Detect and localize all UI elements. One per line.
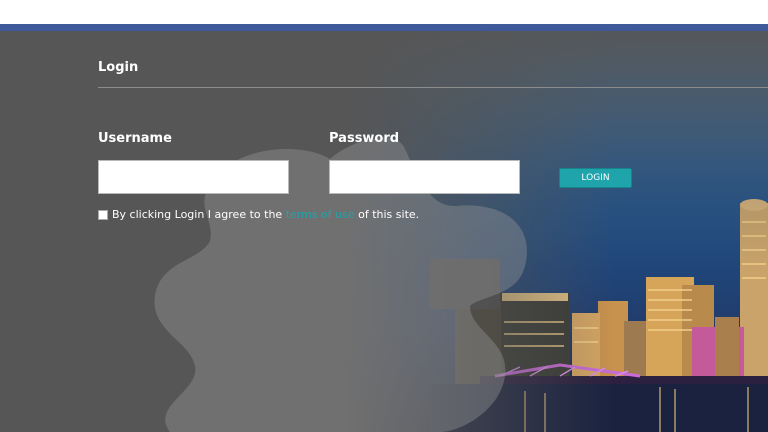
terms-agreement: By clicking Login I agree to the terms o…	[98, 208, 419, 221]
agree-text-suffix: of this site.	[358, 208, 420, 221]
login-button[interactable]: LOGIN	[559, 168, 632, 188]
accent-bar	[0, 24, 768, 31]
login-section-title: Login	[98, 60, 139, 75]
agree-text-prefix: By clicking Login I agree to the	[112, 208, 283, 221]
username-label: Username	[98, 131, 172, 146]
password-label: Password	[329, 131, 400, 146]
top-white-bar	[0, 0, 768, 24]
username-input[interactable]	[98, 160, 289, 194]
city-skyline-background	[0, 31, 768, 432]
title-divider	[98, 87, 768, 88]
login-panel: Login Username Password LOGIN By clickin…	[0, 31, 768, 432]
terms-checkbox[interactable]	[98, 210, 108, 220]
terms-of-use-link[interactable]: terms of use	[286, 208, 355, 221]
password-input[interactable]	[329, 160, 520, 194]
